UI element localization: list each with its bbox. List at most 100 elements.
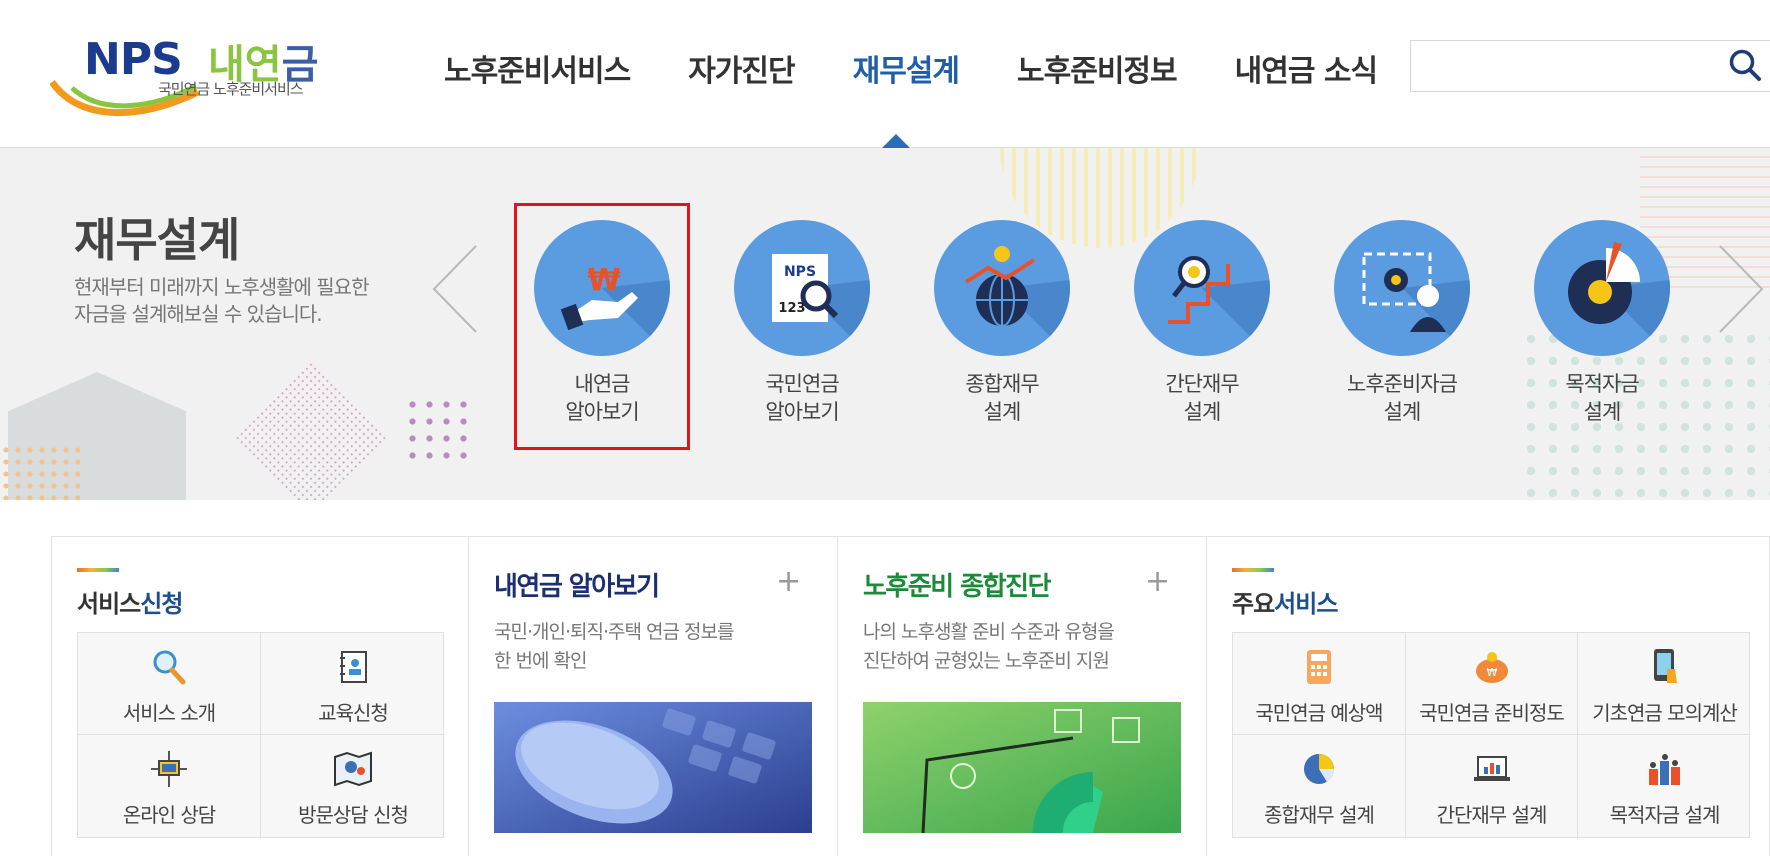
service-intro-label: 서비스 소개 [122,701,216,725]
simple-planning-label: 간단재무 설계 [1436,803,1548,827]
magnifier-icon [153,650,186,685]
search-icon[interactable] [1728,48,1762,82]
logo-subtitle: 국민연금 노후준비서비스 [158,80,304,98]
pension-estimate-label: 국민연금 예상액 [1255,701,1383,725]
card-my-pension-title[interactable]: 내연금 알아보기 [494,566,660,603]
nav-item-retirement-info[interactable]: 노후준비정보 [1017,46,1178,90]
online-consultation-item[interactable]: 온라인 상담 [78,735,261,839]
education-request-label: 교육신청 [318,701,389,725]
card-comprehensive-diagnosis-plus-button[interactable]: + [1145,564,1170,599]
slide-circle [934,220,1070,356]
site-logo[interactable]: NPS 내연금 국민연금 노후준비서비스 [50,28,340,116]
slide-purpose-fund-planning[interactable]: 목적자금설계 [1514,220,1684,424]
hand-money-icon: ₩ [560,263,670,356]
pension-estimate-item[interactable]: 국민연금 예상액 [1233,633,1406,735]
card-my-pension-plus-button[interactable]: + [776,564,801,599]
card-comprehensive-diagnosis-image[interactable] [863,702,1181,833]
service-intro-item[interactable]: 서비스 소개 [78,633,261,735]
purpose-fund-planning-label: 목적자금 설계 [1609,803,1721,827]
phone-tap-icon [1653,649,1677,683]
search-box [1410,40,1770,92]
laptop-chart-icon [1473,756,1510,781]
search-input[interactable] [1419,51,1719,81]
main-services-title-a: 주요 [1232,590,1275,618]
slide-label-line1: 국민연금 [765,372,839,396]
basic-pension-simulation-item[interactable]: 기초연금 모의계산 [1578,633,1751,735]
slide-label-line2: 설계 [1383,400,1422,424]
panel-divider [1206,536,1207,856]
slide-label-line1: 내연금 [574,372,631,396]
main-services-title: 주요서비스 [1232,584,1338,619]
active-nav-indicator [882,134,910,148]
nav-item-self-diagnosis[interactable]: 자가진단 [688,46,795,90]
pension-readiness-item[interactable]: ₩ 국민연금 준비정도 [1406,633,1578,735]
network-monitor-icon [151,751,187,787]
visit-consultation-item[interactable]: 방문상담 신청 [261,735,445,839]
carousel-prev-arrow-icon[interactable] [432,244,478,334]
slide-label-line1: 간단재무 [1165,372,1239,396]
slide-label-line2: 알아보기 [765,400,839,424]
slide-label: 목적자금설계 [1514,370,1690,426]
panel-divider [468,536,469,856]
simple-planning-item[interactable]: 간단재무 설계 [1406,735,1578,839]
education-request-item[interactable]: 교육신청 [261,633,445,735]
card-comprehensive-diagnosis-title[interactable]: 노후준비 종합진단 [863,566,1051,603]
main-services-title-b: 서비스 [1274,590,1338,618]
decoration-purple-dots [404,396,476,468]
service-request-title-a: 서비스 [77,590,141,618]
nps-magnifier-icon: NPS 123 [772,254,870,356]
slide-label-line2: 설계 [1583,400,1622,424]
slide-label-line2: 설계 [983,400,1022,424]
bar-people-icon [1648,754,1680,785]
pie-coin-icon [1568,242,1670,356]
comprehensive-planning-item[interactable]: 종합재무 설계 [1233,735,1406,839]
visual-banner: 재무설계 현재부터 미래까지 노후생활에 필요한 자금을 설계해보실 수 있습니… [0,148,1770,500]
card-my-pension-image[interactable] [494,702,812,833]
nav-item-financial-planning[interactable]: 재무설계 [853,46,960,90]
piggy-bank-icon: ₩ [1475,652,1508,683]
slide-label: 내연금 알아보기 [514,370,690,426]
decoration-orange-dots [0,444,80,500]
notebook-icon [340,651,367,683]
slide-label-line1: 종합재무 [965,372,1039,396]
section-accent-bar [77,568,119,572]
page-description: 현재부터 미래까지 노후생활에 필요한 자금을 설계해보실 수 있습니다. [74,274,434,328]
map-icon [334,751,372,787]
svg-text:NPS: NPS [784,264,816,280]
slide-label: 간단재무 설계 [1114,370,1290,426]
pension-readiness-label: 국민연금 준비정도 [1419,701,1565,725]
stairs-search-icon [1168,256,1270,356]
section-accent-bar [1232,568,1274,572]
mouse-keyboard-image-icon [494,702,812,833]
nav-item-pension-news[interactable]: 내연금 소식 [1235,46,1378,90]
svg-text:123: 123 [778,301,805,316]
purpose-fund-planning-item[interactable]: 목적자금 설계 [1578,735,1751,839]
card-comprehensive-diagnosis-desc-line2: 진단하여 균형있는 노후준비 지원 [863,650,1110,672]
online-consultation-label: 온라인 상담 [122,803,216,827]
svg-text:₩: ₩ [1486,666,1497,679]
card-my-pension-desc-line1: 국민·개인·퇴직·주택 연금 정보를 [494,621,734,643]
service-request-title: 서비스신청 [77,584,183,619]
card-my-pension-desc-line2: 한 번에 확인 [494,650,587,672]
nav-item-retirement-service[interactable]: 노후준비서비스 [444,46,631,90]
slide-label: 종합재무설계 [914,370,1090,426]
slide-label: 국민연금알아보기 [714,370,890,426]
page-title: 재무설계 [74,213,240,267]
slide-my-pension[interactable]: ₩ 내연금 알아보기 [514,220,684,424]
slide-label-line1: 노후준비자금 [1347,372,1458,396]
card-comprehensive-diagnosis-desc: 나의 노후생활 준비 수준과 유형을 진단하여 균형있는 노후준비 지원 [863,618,1115,676]
carousel-next-arrow-icon[interactable] [1718,244,1764,334]
slide-label-line1: 목적자금 [1565,372,1639,396]
slide-national-pension[interactable]: NPS 123 국민연금알아보기 [714,220,884,424]
slide-retirement-fund-planning[interactable]: 노후준비자금설계 [1314,220,1484,424]
main-services-grid: 국민연금 예상액 ₩ 국민연금 준비정도 기초연금 모의계산 종합재무 설계 간… [1232,632,1751,839]
slide-comprehensive-planning[interactable]: 종합재무설계 [914,220,1084,424]
page-description-line2: 자금을 설계해보실 수 있습니다. [74,302,323,326]
slide-simple-planning[interactable]: 간단재무 설계 [1114,220,1284,424]
basic-pension-simulation-label: 기초연금 모의계산 [1592,701,1738,725]
decoration-dotted-diamond [234,360,388,500]
card-comprehensive-diagnosis-desc-line1: 나의 노후생활 준비 수준과 유형을 [863,621,1115,643]
slide-label: 노후준비자금설계 [1314,370,1490,426]
pie-chart-icon [1304,754,1335,784]
comprehensive-planning-label: 종합재무 설계 [1264,803,1375,827]
